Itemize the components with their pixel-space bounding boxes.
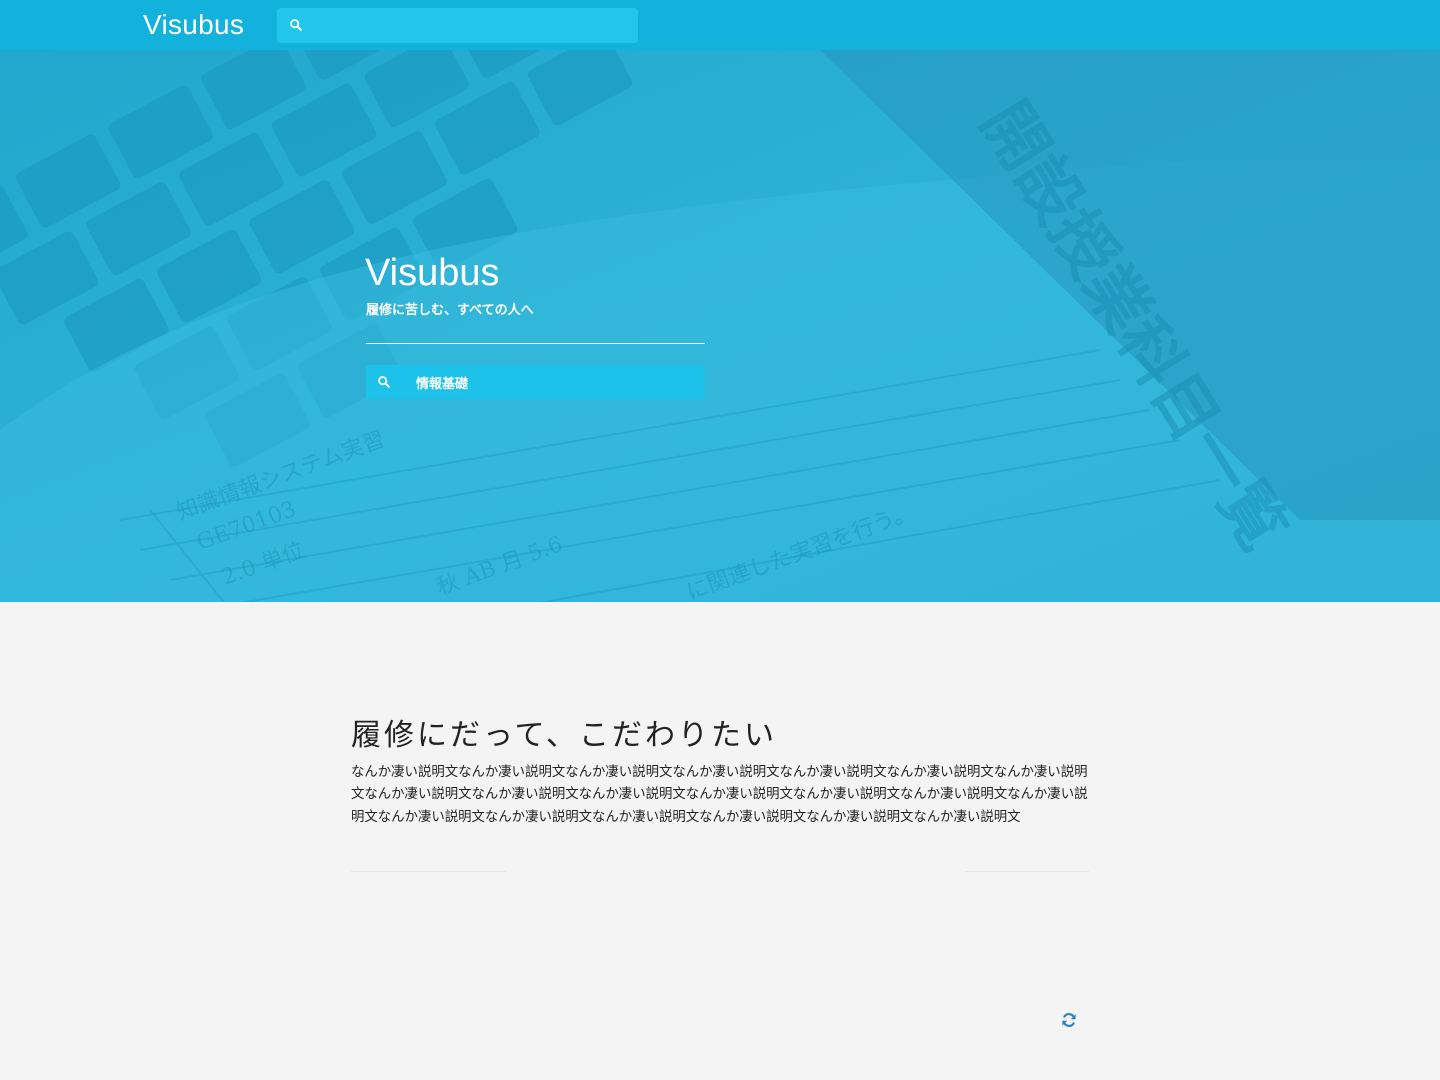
hero-background-image: 知識情報システム実習 GE70103 2.0 単位 秋 AB 月 5.6 に関連…: [0, 50, 1440, 602]
divider: [965, 871, 1089, 872]
navbar-search-input[interactable]: [311, 8, 631, 43]
hero-subtitle: 履修に苦しむ、すべての人へ: [366, 303, 534, 318]
hero-section: 知識情報システム実習 GE70103 2.0 単位 秋 AB 月 5.6 に関連…: [0, 50, 1440, 602]
brand-logo[interactable]: Visubus: [143, 8, 244, 42]
section-description: なんか凄い説明文なんか凄い説明文なんか凄い説明文なんか凄い説明文なんか凄い説明文…: [351, 765, 1088, 825]
section-heading: 履修にだって、こだわりたい: [351, 718, 777, 753]
top-navbar: Visubus: [0, 0, 1440, 50]
hero-divider: [366, 343, 705, 344]
hero-search[interactable]: [366, 365, 705, 399]
search-icon: [378, 376, 390, 388]
search-icon: [290, 19, 302, 31]
hero-search-input[interactable]: [414, 365, 694, 399]
refresh-icon[interactable]: [1061, 1012, 1077, 1028]
navbar-search[interactable]: [277, 8, 638, 43]
divider: [351, 871, 506, 872]
hero-title: Visubus: [365, 252, 500, 294]
